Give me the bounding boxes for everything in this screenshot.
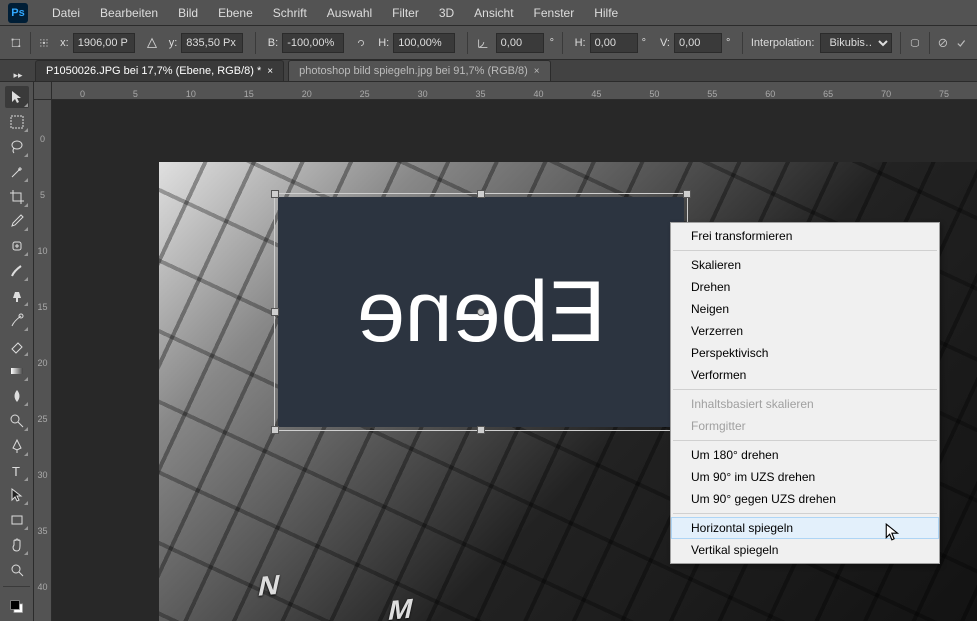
- transforming-layer[interactable]: Ebene: [278, 197, 684, 427]
- h-input[interactable]: [393, 33, 455, 53]
- close-tab-icon[interactable]: ×: [267, 66, 273, 77]
- menu-bild[interactable]: Bild: [168, 6, 208, 20]
- w-input[interactable]: [282, 33, 344, 53]
- degree-label: °: [550, 37, 554, 49]
- menu-schrift[interactable]: Schrift: [263, 6, 317, 20]
- link-icon[interactable]: [354, 35, 368, 51]
- move-tool[interactable]: [5, 86, 29, 108]
- eraser-tool[interactable]: [5, 335, 29, 357]
- mouse-cursor-icon: [884, 523, 902, 546]
- vertical-ruler[interactable]: 0510152025303540: [34, 100, 52, 621]
- ruler-origin[interactable]: [34, 82, 52, 100]
- type-tool[interactable]: T: [5, 460, 29, 482]
- warp-mode-icon[interactable]: [909, 32, 921, 54]
- app-logo-text: Ps: [11, 7, 24, 19]
- context-menu-separator: [673, 389, 937, 390]
- crop-tool[interactable]: [5, 186, 29, 208]
- context-menu-item: Formgitter: [671, 415, 939, 437]
- menu-hilfe[interactable]: Hilfe: [584, 6, 628, 20]
- context-menu-item[interactable]: Um 90° gegen UZS drehen: [671, 488, 939, 510]
- y-input[interactable]: [181, 33, 243, 53]
- reference-point-icon[interactable]: [38, 32, 50, 54]
- delta-icon[interactable]: [145, 35, 159, 51]
- brush-tool[interactable]: [5, 260, 29, 282]
- menu-bar: Ps DateiBearbeitenBildEbeneSchriftAuswah…: [0, 0, 977, 26]
- context-menu-item[interactable]: Um 90° im UZS drehen: [671, 466, 939, 488]
- blur-tool[interactable]: [5, 385, 29, 407]
- context-menu-separator: [673, 250, 937, 251]
- skew-h-label: H:: [575, 37, 586, 49]
- h-label: H:: [378, 37, 389, 49]
- interpolation-label: Interpolation:: [751, 37, 815, 49]
- zoom-tool[interactable]: [5, 559, 29, 581]
- menu-ebene[interactable]: Ebene: [208, 6, 263, 20]
- menu-datei[interactable]: Datei: [42, 6, 90, 20]
- history-brush-tool[interactable]: [5, 310, 29, 332]
- cancel-transform-button[interactable]: [937, 32, 949, 54]
- context-menu-separator: [673, 513, 937, 514]
- document-tab[interactable]: P1050026.JPG bei 17,7% (Ebene, RGB/8) * ×: [35, 60, 284, 81]
- document-tab-label: photoshop bild spiegeln.jpg bei 91,7% (R…: [299, 65, 528, 77]
- menu-fenster[interactable]: Fenster: [524, 6, 585, 20]
- toolbox: T: [0, 82, 34, 621]
- commit-transform-button[interactable]: [955, 32, 967, 54]
- context-menu-item[interactable]: Verformen: [671, 364, 939, 386]
- app-logo: Ps: [8, 3, 28, 23]
- document-tab-label: P1050026.JPG bei 17,7% (Ebene, RGB/8) *: [46, 65, 261, 77]
- skew-h-input[interactable]: [590, 33, 638, 53]
- close-tab-icon[interactable]: ×: [534, 66, 540, 77]
- lasso-tool[interactable]: [5, 136, 29, 158]
- x-input[interactable]: [73, 33, 135, 53]
- healing-brush-tool[interactable]: [5, 235, 29, 257]
- w-label: B:: [268, 37, 278, 49]
- gradient-tool[interactable]: [5, 360, 29, 382]
- context-menu-item[interactable]: Frei transformieren: [671, 225, 939, 247]
- document-tab[interactable]: photoshop bild spiegeln.jpg bei 91,7% (R…: [288, 60, 551, 81]
- context-menu-item[interactable]: Verzerren: [671, 320, 939, 342]
- magic-wand-tool[interactable]: [5, 161, 29, 183]
- rectangle-tool[interactable]: [5, 509, 29, 531]
- hand-tool[interactable]: [5, 534, 29, 556]
- menu-filter[interactable]: Filter: [382, 6, 429, 20]
- dodge-tool[interactable]: [5, 410, 29, 432]
- foreground-background-colors[interactable]: [5, 593, 29, 621]
- menu-bearbeiten[interactable]: Bearbeiten: [90, 6, 168, 20]
- angle-icon: [476, 35, 490, 51]
- angle-input[interactable]: [496, 33, 544, 53]
- eyedropper-tool[interactable]: [5, 211, 29, 233]
- context-menu-item[interactable]: Drehen: [671, 276, 939, 298]
- context-menu-item: Inhaltsbasiert skalieren: [671, 393, 939, 415]
- options-bar: x: y: B: H: ° H: ° V: ° Interpolation: B…: [0, 26, 977, 60]
- menu-3d[interactable]: 3D: [429, 6, 464, 20]
- layer-text: Ebene: [357, 263, 606, 362]
- svg-text:T: T: [12, 464, 20, 479]
- transform-tool-icon[interactable]: [10, 32, 22, 54]
- context-menu-item[interactable]: Perspektivisch: [671, 342, 939, 364]
- tab-expand-icon[interactable]: ▸▸: [10, 70, 26, 81]
- skew-v-input[interactable]: [674, 33, 722, 53]
- context-menu-item[interactable]: Skalieren: [671, 254, 939, 276]
- menu-auswahl[interactable]: Auswahl: [317, 6, 382, 20]
- pen-tool[interactable]: [5, 435, 29, 457]
- skew-v-label: V:: [660, 37, 670, 49]
- context-menu-item[interactable]: Neigen: [671, 298, 939, 320]
- path-selection-tool[interactable]: [5, 485, 29, 507]
- document-tab-bar: ▸▸ P1050026.JPG bei 17,7% (Ebene, RGB/8)…: [0, 60, 977, 82]
- context-menu-separator: [673, 440, 937, 441]
- marquee-tool[interactable]: [5, 111, 29, 133]
- menu-ansicht[interactable]: Ansicht: [464, 6, 523, 20]
- context-menu-item[interactable]: Um 180° drehen: [671, 444, 939, 466]
- clone-stamp-tool[interactable]: [5, 285, 29, 307]
- transform-context-menu[interactable]: Frei transformieren SkalierenDrehenNeigen…: [670, 222, 940, 564]
- horizontal-ruler[interactable]: 051015202530354045505560657075: [52, 82, 977, 100]
- interpolation-select[interactable]: Bikubis…: [820, 33, 892, 53]
- y-label: y:: [169, 37, 178, 49]
- x-label: x:: [60, 37, 69, 49]
